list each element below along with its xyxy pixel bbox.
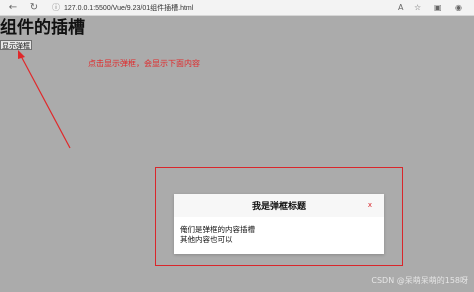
modal-body-line: 俺们是弹框的内容插槽 [180,225,255,234]
modal-title: 我是弹框标题 [251,202,306,212]
close-button[interactable]: x [368,201,372,209]
modal-body-line: 其他内容也可以 [180,235,233,244]
modal-header: 我是弹框标题 x [174,194,384,217]
annotation-text: 点击显示弹框，会显示下面内容 [88,59,200,68]
modal-dialog: 我是弹框标题 x 俺们是弹框的内容插槽 其他内容也可以 [174,194,384,254]
modal-body: 俺们是弹框的内容插槽 其他内容也可以 [180,225,255,245]
watermark: CSDN @呆萌呆萌的158呀 [371,276,468,285]
